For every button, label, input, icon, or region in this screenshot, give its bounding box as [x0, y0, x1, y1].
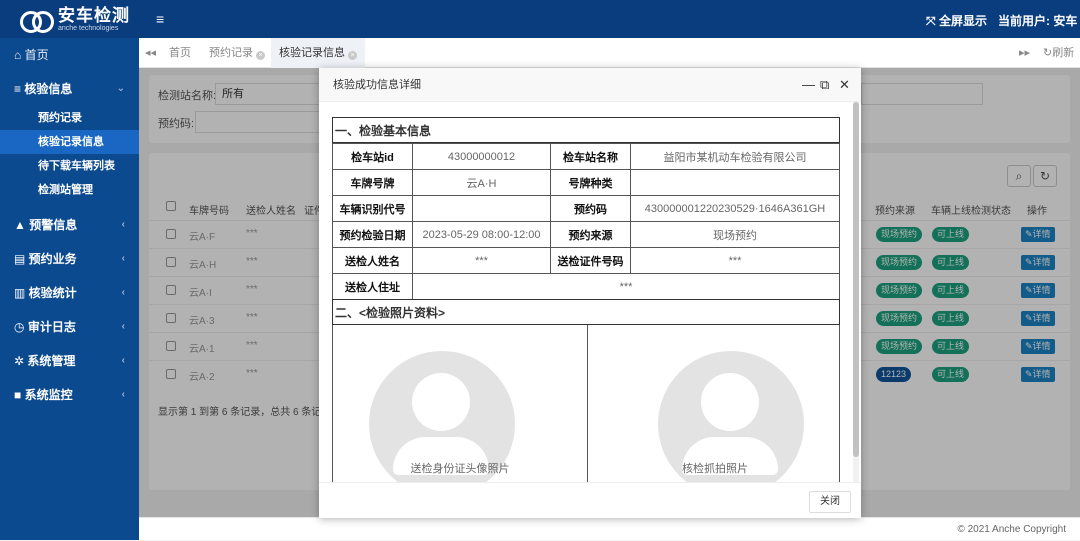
logo-icon [20, 8, 54, 33]
field-key: 检车站id [332, 143, 413, 170]
minimize-icon[interactable]: — [802, 68, 815, 102]
modal-body: 一、检验基本信息 检车站id 43000000012 检车站名称 益阳市某机动车… [319, 102, 861, 482]
sidebar-item-audit-log[interactable]: ◷ 审计日志 ‹ [0, 310, 139, 344]
chevron-left-icon: ‹ [121, 287, 125, 298]
warning-icon: ▲ [14, 218, 30, 232]
field-value [630, 169, 840, 196]
sidebar-item-warnings[interactable]: ▲ 预警信息 ‹ [0, 208, 139, 242]
sidebar: ⌂ 首页 ≡ 核验信息 ⌄ 预约记录 核验记录信息 待下载车辆列表 检测站管理 ▲… [0, 38, 139, 540]
tabs-scroll-left-icon[interactable]: ◂◂ [145, 38, 156, 68]
field-key: 预约检验日期 [332, 221, 413, 248]
info-row: 送检人住址 *** [332, 273, 840, 300]
camera-icon: ■ [14, 388, 25, 402]
table-icon: ▤ [14, 252, 29, 266]
field-value: 43000000012 [412, 143, 551, 170]
sidebar-item-appointment-business[interactable]: ▤ 预约业务 ‹ [0, 242, 139, 276]
field-key: 送检证件号码 [550, 247, 631, 274]
field-key: 车辆识别代号 [332, 195, 413, 222]
sidebar-item-statistics[interactable]: ▥ 核验统计 ‹ [0, 276, 139, 310]
field-key: 号牌种类 [550, 169, 631, 196]
list-icon: ≡ [14, 82, 25, 96]
field-value: 益阳市某机动车检验有限公司 [630, 143, 840, 170]
footer-copyright: © 2021 Anche Copyright [139, 517, 1080, 540]
brand-subtitle: anche technologies [58, 24, 119, 32]
info-row: 检车站id 43000000012 检车站名称 益阳市某机动车检验有限公司 [332, 143, 840, 170]
fullscreen-icon: ⤧ [926, 14, 939, 28]
sidebar-item-home[interactable]: ⌂ 首页 [0, 38, 139, 72]
refresh-icon: ↻ [1043, 47, 1053, 59]
chevron-down-icon: ⌄ [116, 83, 125, 94]
field-key: 检车站名称 [550, 143, 631, 170]
fullscreen-button[interactable]: ⤧ 全屏显示 [926, 12, 987, 29]
tabs-scroll-right-icon[interactable]: ▸▸ [1019, 38, 1030, 68]
capture-photo: 核检抓拍照片 [587, 325, 841, 482]
field-value: *** [412, 273, 840, 300]
sidebar-item-system-monitor[interactable]: ■ 系统监控 ‹ [0, 378, 139, 412]
field-value: *** [412, 247, 551, 274]
home-icon: ⌂ [14, 48, 25, 62]
id-photo: 送检身份证头像照片 [333, 325, 587, 482]
sidebar-sub-pending-downloads[interactable]: 待下载车辆列表 [0, 154, 139, 178]
photo-caption: 送检身份证头像照片 [410, 463, 510, 475]
refresh-tab-button[interactable]: ↻刷新 [1043, 38, 1074, 68]
tab-appointments[interactable]: 预约记录 × [209, 38, 265, 68]
maximize-icon[interactable]: ⧉ [820, 68, 829, 102]
close-button[interactable]: 关闭 [809, 491, 851, 513]
tab-bar: ◂◂ 首页 预约记录 × 核验记录信息 × ▸▸ ↻刷新 [139, 38, 1080, 68]
photo-caption: 核检抓拍照片 [682, 463, 748, 475]
field-key: 预约码 [550, 195, 631, 222]
field-value: 云A·H [412, 169, 551, 196]
sidebar-sub-appointments[interactable]: 预约记录 [0, 106, 139, 130]
modal-header: 核验成功信息详细 — ⧉ ✕ [319, 68, 861, 102]
detail-modal: 核验成功信息详细 — ⧉ ✕ 一、检验基本信息 检车站id 4300000001… [319, 68, 861, 518]
modal-footer: 关闭 [319, 482, 861, 518]
close-icon[interactable]: ✕ [839, 68, 850, 102]
tab-inspection-records[interactable]: 核验记录信息 × [271, 38, 365, 68]
brand-title: 安车检测 [58, 5, 130, 25]
bar-chart-icon: ▥ [14, 286, 29, 300]
modal-title: 核验成功信息详细 [333, 79, 421, 91]
menu-toggle-icon[interactable]: ≡ [156, 11, 164, 27]
field-value: *** [630, 247, 840, 274]
field-key: 车牌号牌 [332, 169, 413, 196]
section-photos: 二、<检验照片资料> [332, 299, 840, 325]
chevron-left-icon: ‹ [121, 219, 125, 230]
info-row: 车牌号牌 云A·H 号牌种类 [332, 169, 840, 196]
modal-scrollbar[interactable] [853, 102, 859, 482]
close-icon[interactable]: × [348, 51, 357, 60]
close-icon[interactable]: × [256, 51, 265, 60]
sidebar-item-inspection[interactable]: ≡ 核验信息 ⌄ [0, 72, 139, 106]
chevron-left-icon: ‹ [121, 355, 125, 366]
info-row: 车辆识别代号 预约码 430000001220230529·1646A361GH [332, 195, 840, 222]
current-user[interactable]: 当前用户: 安车 [998, 12, 1077, 29]
top-bar: 安车检测 anche technologies ≡ ⤧ 全屏显示 当前用户: 安… [0, 0, 1080, 38]
scrollbar-thumb[interactable] [853, 102, 859, 457]
field-key: 送检人住址 [332, 273, 413, 300]
field-value: 现场预约 [630, 221, 840, 248]
info-table: 检车站id 43000000012 检车站名称 益阳市某机动车检验有限公司 车牌… [332, 143, 840, 300]
field-value [412, 195, 551, 222]
field-key: 预约来源 [550, 221, 631, 248]
photo-grid: 送检身份证头像照片 核检抓拍照片 [332, 325, 840, 482]
chevron-left-icon: ‹ [121, 321, 125, 332]
section-basic-info: 一、检验基本信息 [332, 117, 840, 143]
sidebar-sub-inspection-records[interactable]: 核验记录信息 [0, 130, 139, 154]
gear-icon: ✲ [14, 354, 28, 368]
sidebar-sub-station-management[interactable]: 检测站管理 [0, 178, 139, 202]
chevron-left-icon: ‹ [121, 253, 125, 264]
info-row: 送检人姓名 *** 送检证件号码 *** [332, 247, 840, 274]
sidebar-item-system-management[interactable]: ✲ 系统管理 ‹ [0, 344, 139, 378]
clock-icon: ◷ [14, 320, 28, 334]
brand-logo[interactable]: 安车检测 anche technologies [0, 0, 139, 38]
field-value: 430000001220230529·1646A361GH [630, 195, 840, 222]
chevron-left-icon: ‹ [121, 389, 125, 400]
info-row: 预约检验日期 2023-05-29 08:00-12:00 预约来源 现场预约 [332, 221, 840, 248]
tab-home[interactable]: 首页 [169, 38, 191, 68]
field-value: 2023-05-29 08:00-12:00 [412, 221, 551, 248]
field-key: 送检人姓名 [332, 247, 413, 274]
